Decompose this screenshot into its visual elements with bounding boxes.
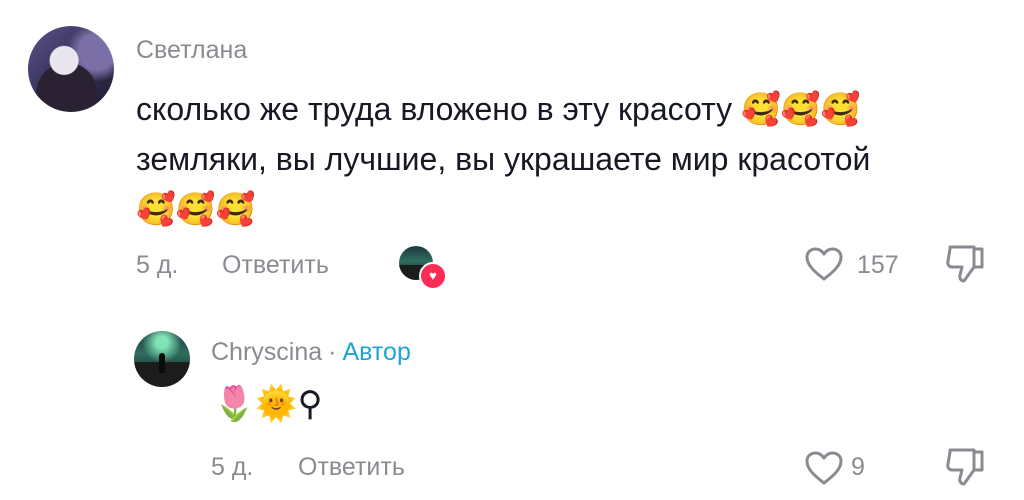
comment-date: 5 д. — [136, 251, 179, 279]
comment-emoji-line1: 🥰🥰🥰 — [741, 90, 861, 128]
comment-text-line1: сколько же труда вложено в эту красоту — [136, 91, 733, 127]
comment-username[interactable]: Светлана — [136, 36, 247, 65]
heart-outline-icon[interactable] — [804, 246, 844, 287]
reply-button[interactable]: Ответить — [222, 251, 329, 280]
comment-text: сколько же труда вложено в эту красоту 🥰… — [136, 84, 996, 234]
reply-text: 🌷🌞⚲ — [213, 384, 323, 424]
thumbs-down-outline-icon[interactable] — [944, 446, 988, 493]
like-count: 9 — [851, 453, 865, 481]
author-badge: Автор — [342, 338, 411, 366]
avatar[interactable] — [28, 26, 114, 112]
heart-badge-icon: ♥ — [419, 262, 447, 290]
separator-dot: · — [328, 338, 337, 366]
reply-username[interactable]: Chryscina — [211, 338, 322, 366]
like-count: 157 — [857, 251, 899, 279]
avatar[interactable] — [134, 331, 190, 387]
reply-date: 5 д. — [211, 453, 254, 481]
comment-emoji-line3: 🥰🥰🥰 — [136, 190, 256, 228]
heart-outline-icon[interactable] — [804, 450, 844, 491]
thumbs-down-outline-icon[interactable] — [944, 243, 988, 290]
reply-username-line: Chryscina · Автор — [211, 338, 411, 367]
comment-text-line2: земляки, вы лучшие, вы украшаете мир кра… — [136, 141, 871, 177]
reply-button[interactable]: Ответить — [298, 453, 405, 482]
